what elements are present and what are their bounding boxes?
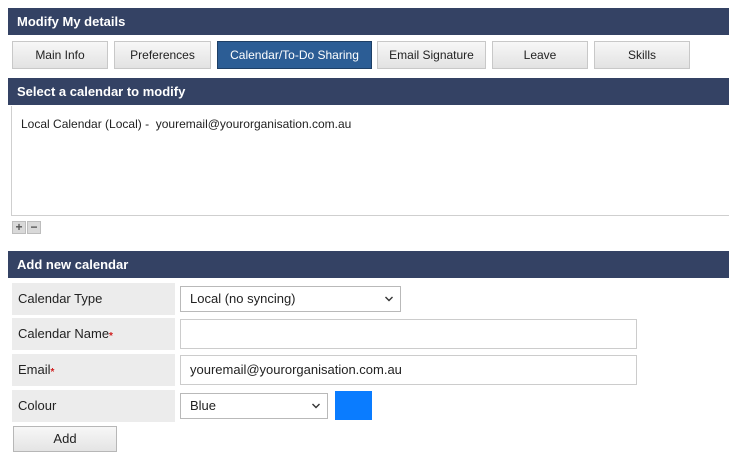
colour-label-text: Colour <box>18 398 57 413</box>
chevron-down-icon <box>312 403 320 409</box>
tab-preferences[interactable]: Preferences <box>114 41 211 69</box>
calendar-name-label-text: Calendar Name <box>18 326 110 341</box>
tab-calendar-todo-sharing[interactable]: Calendar/To-Do Sharing <box>217 41 372 69</box>
colour-value: Blue <box>190 398 217 413</box>
email-label-text: Email <box>18 362 51 377</box>
list-controls: + − <box>12 219 42 234</box>
tab-email-signature[interactable]: Email Signature <box>377 41 486 69</box>
tab-leave[interactable]: Leave <box>492 41 588 69</box>
calendar-name-label: Calendar Name* <box>12 318 175 350</box>
calendar-list-item[interactable]: Local Calendar (Local) - youremail@youro… <box>21 117 351 131</box>
calendar-type-select[interactable]: Local (no syncing) <box>180 286 401 312</box>
required-marker: * <box>50 367 55 378</box>
email-field[interactable]: youremail@yourorganisation.com.au <box>180 355 637 385</box>
add-button[interactable]: Add <box>13 426 117 452</box>
calendar-type-label-text: Calendar Type <box>18 291 103 306</box>
calendar-list: Local Calendar (Local) - youremail@youro… <box>11 106 729 216</box>
add-calendar-header: Add new calendar <box>8 251 729 278</box>
required-marker: * <box>109 331 113 342</box>
chevron-down-icon <box>385 296 393 302</box>
tab-main-info[interactable]: Main Info <box>12 41 108 69</box>
colour-select[interactable]: Blue <box>180 393 328 419</box>
calendar-type-value: Local (no syncing) <box>190 291 296 306</box>
select-calendar-header: Select a calendar to modify <box>8 78 729 105</box>
tab-skills[interactable]: Skills <box>594 41 690 69</box>
modify-my-details-page: Modify My details Main Info Preferences … <box>0 0 729 465</box>
remove-calendar-icon[interactable]: − <box>27 221 41 234</box>
add-calendar-icon[interactable]: + <box>12 221 26 234</box>
calendar-type-label: Calendar Type <box>12 283 175 315</box>
modify-details-header: Modify My details <box>8 8 729 35</box>
colour-swatch[interactable] <box>335 391 372 420</box>
colour-label: Colour <box>12 390 175 422</box>
email-label: Email* <box>12 354 175 386</box>
calendar-name-field[interactable] <box>180 319 637 349</box>
